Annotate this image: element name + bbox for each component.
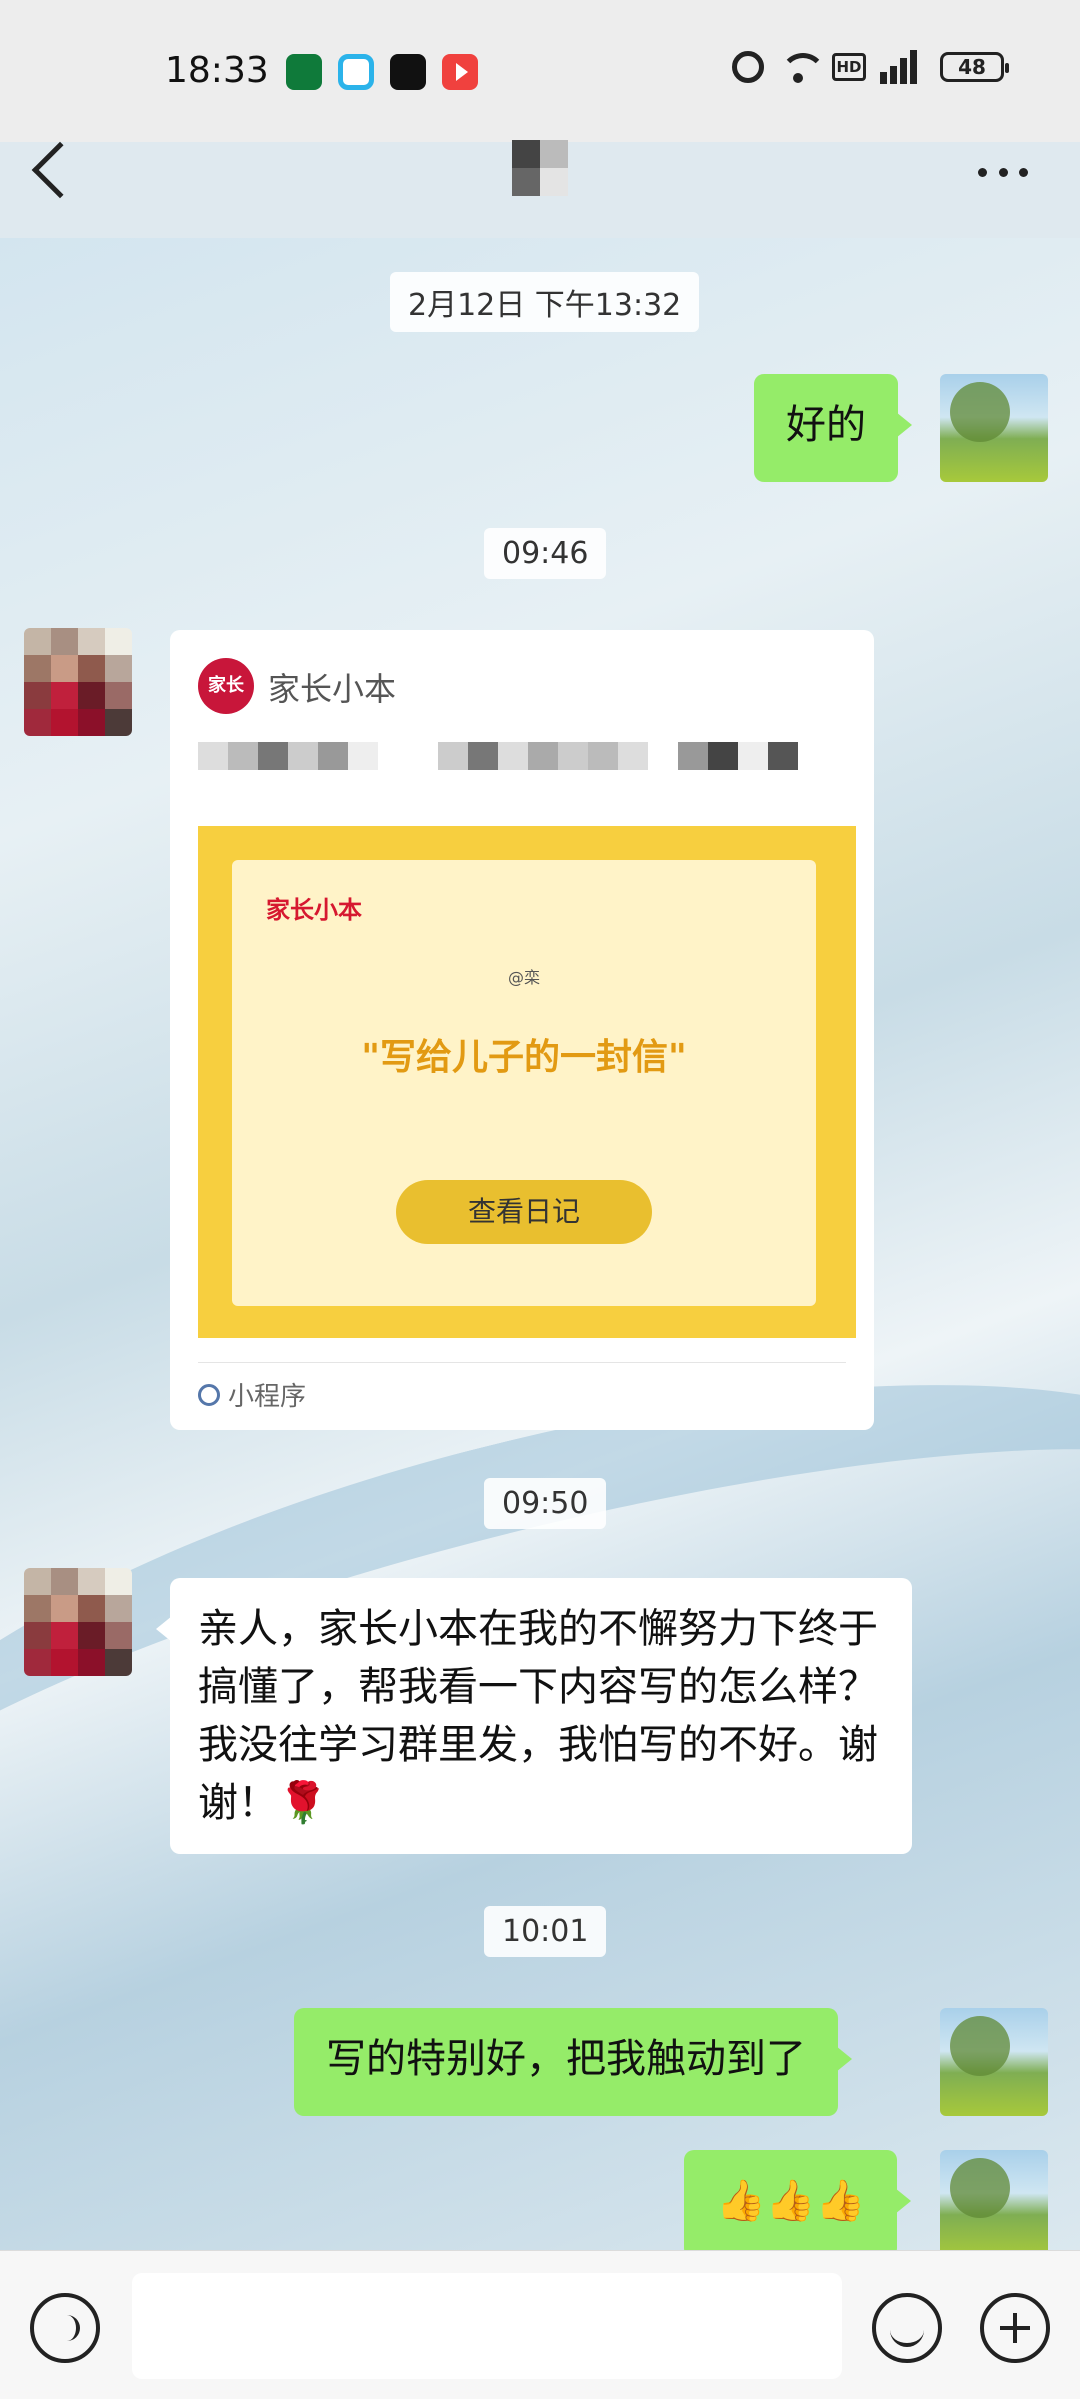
play-app-icon [442,54,478,90]
message-bubble-other[interactable]: 亲人，家长小本在我的不懈努力下终于搞懂了，帮我看一下内容写的怎么样？我没往学习群… [156,1578,912,1854]
emoji-icon[interactable] [872,2293,942,2363]
plus-icon[interactable] [980,2293,1050,2363]
message-bubble-self[interactable]: 写的特别好，把我触动到了 [294,2008,852,2116]
chat-message-list[interactable]: 2月12日 下午13:32 好的 09:46 家长 家长小本 家长小本 @栾 "… [0,238,1080,2250]
voice-icon[interactable] [30,2293,100,2363]
signal-icon [880,50,926,84]
contact-avatar[interactable] [24,1568,132,1676]
view-diary-button[interactable]: 查看日记 [396,1180,652,1244]
timestamp: 2月12日 下午13:32 [390,272,700,332]
message-bubble-self[interactable]: 好的 [754,374,912,482]
wifi-icon [778,51,826,83]
status-bar: 18:33 HD 48 [0,0,1080,199]
mini-program-name: 家长小本 [268,670,397,708]
input-bar [0,2250,1080,2399]
card-banner: 家长小本 @栾 "写给儿子的一封信" 查看日记 [198,826,856,1338]
card-author: @栾 [507,968,540,987]
chat-title [512,140,568,196]
alarm-icon [732,51,764,83]
more-dots-icon[interactable] [978,168,1028,178]
message-input[interactable] [132,2273,842,2379]
battery-icon: 48 [940,52,1009,82]
self-avatar[interactable] [940,374,1048,482]
mini-program-label: 小程序 [228,1382,307,1412]
status-time: 18:33 [165,50,269,91]
status-indicators: HD 48 [732,50,1009,84]
redacted-title [198,742,798,798]
card-footer: 小程序 [198,1376,306,1413]
self-avatar[interactable] [940,2150,1048,2250]
hd-icon: HD [832,53,866,81]
mini-program-icon [198,1383,220,1406]
card-brand: 家长小本 [266,896,362,924]
tiktok-icon [390,54,426,90]
card-banner-panel: 家长小本 @栾 "写给儿子的一封信" 查看日记 [232,860,816,1306]
card-quote: "写给儿子的一封信" [361,1037,687,1078]
timestamp: 09:46 [484,528,607,579]
mini-program-card[interactable]: 家长 家长小本 家长小本 @栾 "写给儿子的一封信" 查看日记 小程序 [170,630,874,1430]
contact-avatar[interactable] [24,628,132,736]
oppo-app-icon [286,54,322,90]
timestamp: 09:50 [484,1478,607,1529]
card-divider [198,1362,846,1363]
chevron-left-icon[interactable] [31,141,89,199]
timestamp: 10:01 [484,1906,607,1957]
video-app-icon [338,54,374,90]
self-avatar[interactable] [940,2008,1048,2116]
message-bubble-self[interactable]: 👍👍👍 [684,2150,912,2250]
app-logo: 家长 [198,658,254,714]
